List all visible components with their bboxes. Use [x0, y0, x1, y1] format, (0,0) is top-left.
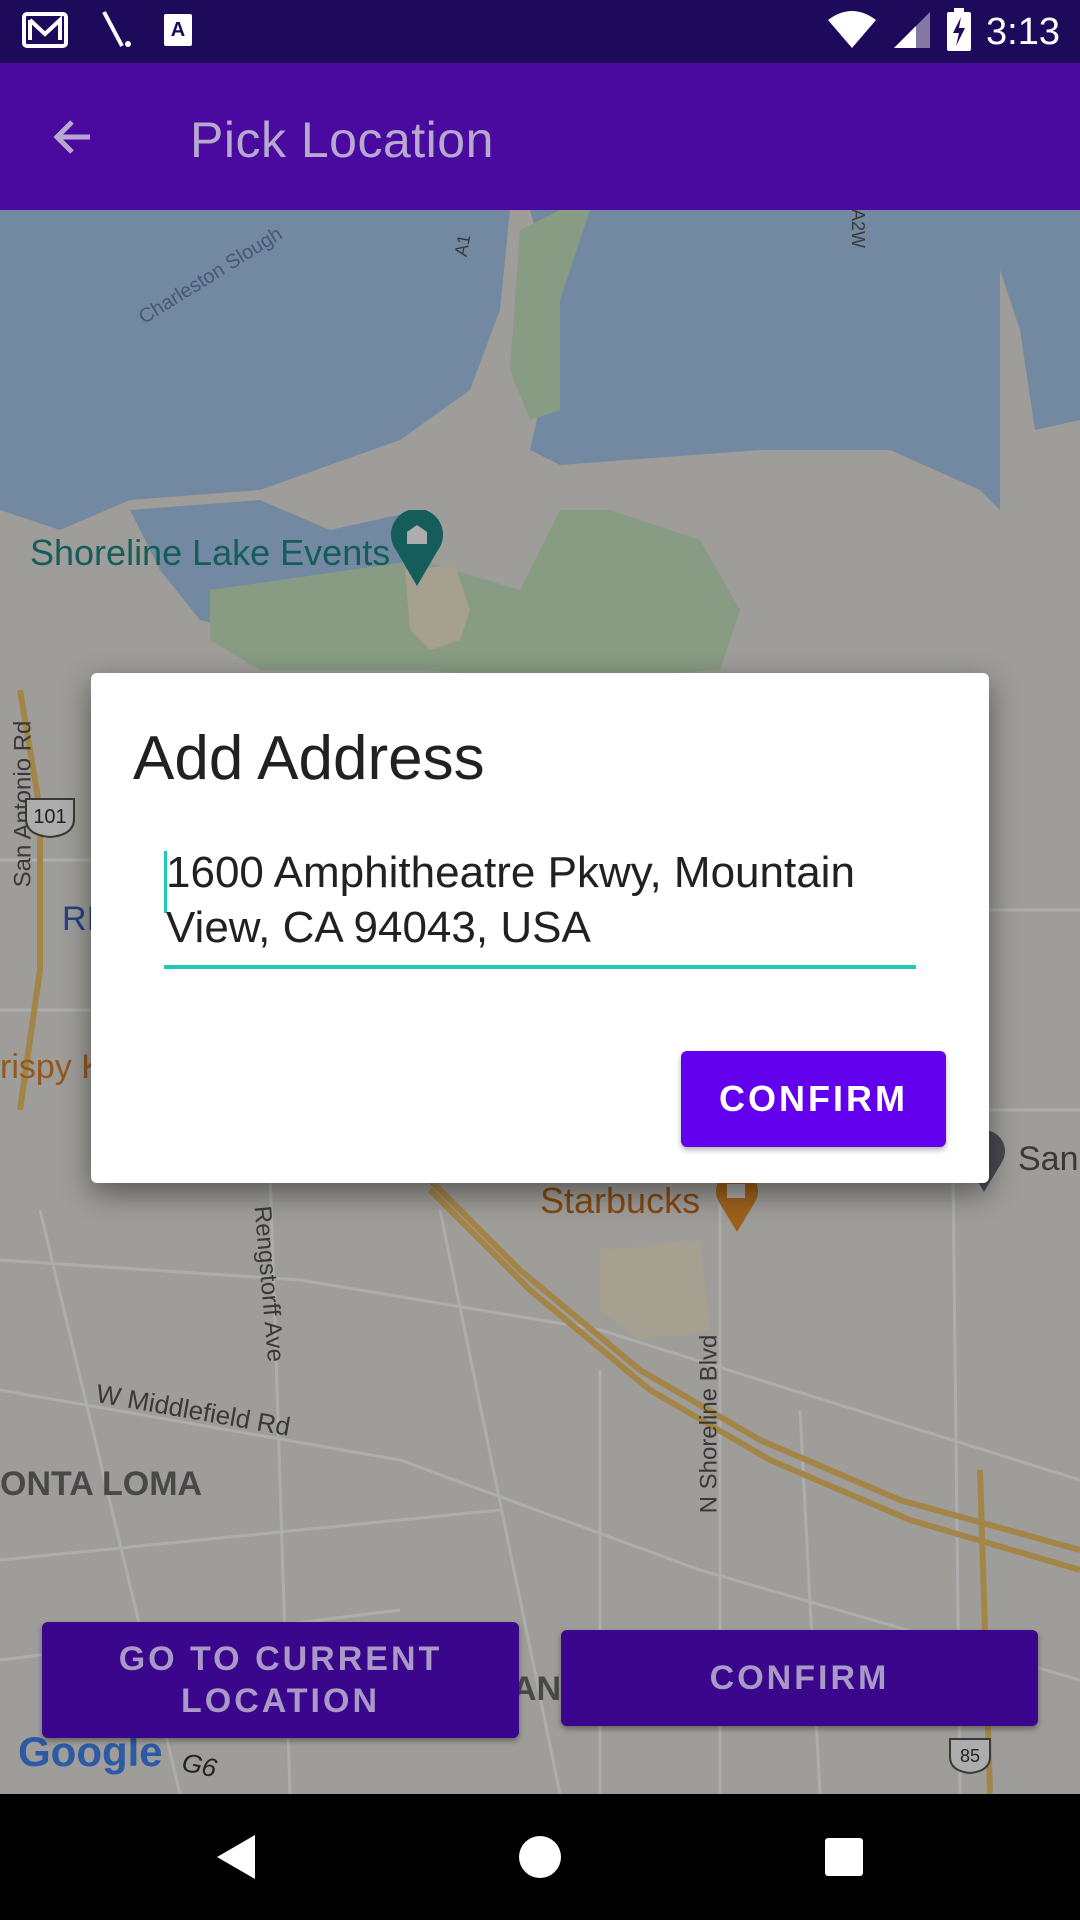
- nav-back-icon: [217, 1835, 255, 1879]
- wifi-icon: [826, 10, 878, 55]
- nav-recents-icon: [825, 1838, 863, 1876]
- navigation-bar: [0, 1794, 1080, 1920]
- notification-icons: A: [22, 10, 194, 54]
- keyboard-a-icon: A: [162, 12, 194, 53]
- signal-slash-icon: [98, 10, 132, 55]
- go-to-current-location-button[interactable]: GO TO CURRENT LOCATION: [42, 1622, 519, 1738]
- dialog-confirm-label: CONFIRM: [719, 1078, 908, 1119]
- cell-signal-icon: [892, 10, 932, 55]
- nav-home-button[interactable]: [510, 1827, 570, 1887]
- status-clock: 3:13: [986, 10, 1060, 53]
- address-input-value: 1600 Amphitheatre Pkwy, Mountain View, C…: [166, 848, 855, 952]
- nav-recents-button[interactable]: [814, 1827, 874, 1887]
- page-title: Pick Location: [190, 112, 494, 168]
- map-confirm-button[interactable]: CONFIRM: [561, 1630, 1038, 1726]
- add-address-dialog: Add Address 1600 Amphitheatre Pkwy, Moun…: [91, 673, 989, 1183]
- dialog-confirm-button[interactable]: CONFIRM: [681, 1051, 946, 1147]
- map-confirm-label: CONFIRM: [709, 1659, 890, 1697]
- nav-back-button[interactable]: [206, 1827, 266, 1887]
- go-to-current-location-label: GO TO CURRENT LOCATION: [118, 1640, 443, 1720]
- nav-home-icon: [519, 1836, 561, 1878]
- dialog-title: Add Address: [133, 724, 485, 793]
- svg-text:A: A: [171, 19, 185, 41]
- battery-charging-icon: [946, 7, 972, 57]
- arrow-back-icon: [53, 120, 90, 154]
- status-bar: A 3:13: [0, 0, 1080, 63]
- back-button[interactable]: [44, 107, 104, 167]
- app-bar: Pick Location: [0, 63, 1080, 210]
- address-input[interactable]: 1600 Amphitheatre Pkwy, Mountain View, C…: [164, 841, 916, 969]
- gmail-icon: [22, 10, 68, 55]
- system-icons: 3:13: [826, 7, 1060, 57]
